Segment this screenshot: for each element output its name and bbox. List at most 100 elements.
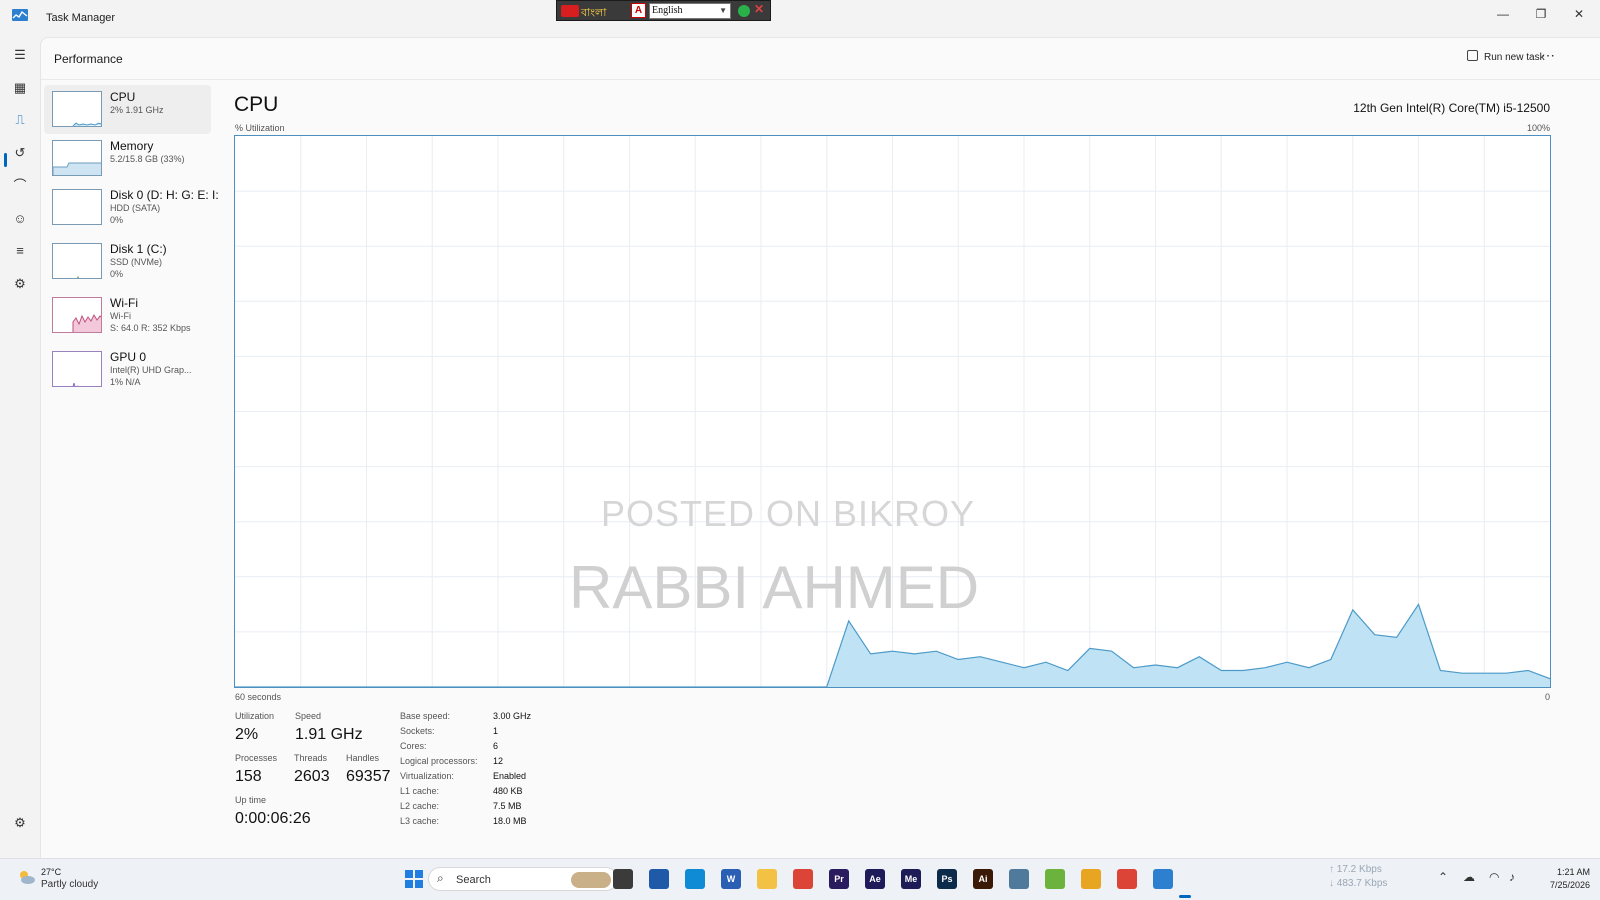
sidebar-item-label: Disk 1 (C:) — [110, 242, 167, 256]
utilization-label: Utilization — [235, 711, 275, 721]
watermark-line-1: POSTED ON BIKROY — [601, 493, 976, 534]
sidebar-item-usage: 1% N/A — [110, 377, 141, 387]
chrome-icon[interactable] — [793, 869, 813, 889]
uptime-label: Up time — [235, 795, 267, 805]
ime-close-icon[interactable]: ✕ — [754, 2, 764, 16]
processes-icon[interactable]: ▦ — [10, 78, 30, 98]
spec-key: L2 cache: — [400, 801, 440, 811]
premiere-icon[interactable]: Pr — [829, 869, 849, 889]
services-icon[interactable]: ⚙ — [10, 274, 30, 294]
weather-description[interactable]: Partly cloudy — [41, 879, 98, 890]
run-task-icon — [1467, 50, 1478, 61]
spec-value: 1 — [493, 726, 499, 736]
folder-icon[interactable] — [757, 869, 777, 889]
page-title: Performance — [54, 52, 123, 66]
illustrator-icon[interactable]: Ai — [973, 869, 993, 889]
app-history-icon[interactable]: ↺ — [10, 143, 30, 163]
word-icon[interactable]: W — [721, 869, 741, 889]
max-axis-label: 100% — [1526, 123, 1550, 133]
close-button[interactable]: ✕ — [1561, 2, 1597, 26]
sidebar-item-disk-1[interactable]: Disk 1 (C:) SSD (NVMe) 0% — [44, 237, 211, 286]
minimize-button[interactable]: — — [1485, 2, 1521, 26]
sidebar-item-detail: 5.2/15.8 GB (33%) — [110, 154, 185, 164]
sidebar-item-label: Wi-Fi — [110, 296, 138, 310]
run-new-task-label: Run new task — [1484, 52, 1545, 63]
taskbar: 27°C Partly cloudy ⌕ Search W Pr Ae Me Ps Ai … — [0, 858, 1600, 900]
run-new-task-button[interactable]: Run new task — [1467, 50, 1545, 68]
utorrent-icon[interactable] — [1045, 869, 1065, 889]
partly-cloudy-icon[interactable] — [16, 869, 36, 885]
sidebar-item-memory[interactable]: Memory 5.2/15.8 GB (33%) — [44, 134, 211, 183]
search-highlight-image — [571, 872, 611, 888]
store-icon[interactable] — [649, 869, 669, 889]
nav-rail: ☰ ▦ ⎍ ↺ ⌒ ☺ ≡ ⚙ ⚙ — [0, 36, 40, 858]
startup-apps-icon[interactable]: ⌒ — [10, 176, 30, 196]
ime-language-select[interactable]: English ▼ — [649, 3, 731, 19]
task-manager-app-icon — [12, 9, 28, 21]
sidebar-item-cpu[interactable]: CPU 2% 1.91 GHz — [44, 85, 211, 134]
more-options-icon[interactable]: ⋯ — [1541, 47, 1555, 64]
ime-logo-icon — [561, 5, 579, 17]
spec-value: 480 KB — [493, 786, 523, 796]
utilization-axis-label: % Utilization — [235, 123, 285, 133]
file-explorer-task-icon[interactable] — [613, 869, 633, 889]
time-axis-label: 60 seconds — [235, 692, 282, 702]
sidebar-item-usage: 0% — [110, 269, 124, 279]
speed-value: 1.91 GHz — [295, 726, 363, 743]
edge-icon[interactable] — [685, 869, 705, 889]
net-down-value: 483.7 Kbps — [1336, 878, 1388, 889]
sidebar-item-detail: Intel(R) UHD Grap... — [110, 365, 192, 375]
chevron-up-icon[interactable]: ⌃ — [1438, 870, 1448, 884]
spec-key: L1 cache: — [400, 786, 440, 796]
sidebar-item-detail: SSD (NVMe) — [110, 257, 163, 267]
search-placeholder: Search — [456, 874, 491, 886]
sidebar-item-disk-0[interactable]: Disk 0 (D: H: G: E: I: HDD (SATA) 0% — [44, 183, 219, 232]
ime-font-icon[interactable]: A — [631, 3, 646, 18]
zero-axis-label: 0 — [1544, 692, 1550, 702]
sidebar-item-wifi[interactable]: Wi-Fi Wi-Fi S: 64.0 R: 352 Kbps — [44, 291, 211, 340]
cpu-model-name: 12th Gen Intel(R) Core(TM) i5-12500 — [1353, 101, 1550, 115]
spec-value: Enabled — [493, 771, 527, 781]
network-download-speed: ↓ 483.7 Kbps — [1329, 878, 1388, 889]
uptime-value: 0:00:06:26 — [235, 810, 311, 827]
taskbar-search[interactable]: ⌕ Search — [428, 867, 618, 891]
drive-icon[interactable] — [1081, 869, 1101, 889]
windows-start-icon[interactable] — [404, 869, 424, 889]
processes-label: Processes — [235, 753, 278, 763]
speed-label: Speed — [295, 711, 322, 721]
onedrive-icon[interactable]: ☁ — [1463, 870, 1475, 884]
sidebar-item-gpu-0[interactable]: GPU 0 Intel(R) UHD Grap... 1% N/A — [44, 345, 211, 394]
spec-key: Base speed: — [400, 711, 451, 721]
search-icon: ⌕ — [437, 871, 444, 885]
sidebar-item-label: CPU — [110, 90, 136, 104]
hamburger-menu-icon[interactable]: ☰ — [10, 45, 30, 65]
weather-temperature[interactable]: 27°C — [41, 867, 61, 877]
settings-icon[interactable]: ⚙ — [10, 813, 30, 833]
after-effects-icon[interactable]: Ae — [865, 869, 885, 889]
sidebar-item-usage: S: 64.0 R: 352 Kbps — [110, 323, 191, 333]
wifi-icon[interactable]: ◠ — [1489, 870, 1499, 884]
performance-icon[interactable]: ⎍ — [10, 110, 30, 130]
detail-title: CPU — [234, 93, 279, 116]
clock-time[interactable]: 1:21 AM — [1538, 867, 1590, 877]
main-panel: Performance Run new task ⋯ CPU 2% 1.91 G… — [40, 37, 1600, 858]
ime-script-label[interactable]: বাংলা — [581, 4, 606, 23]
sidebar-item-detail: Wi-Fi — [110, 311, 131, 321]
task-manager-icon[interactable] — [1153, 869, 1173, 889]
sidebar-item-usage: 0% — [110, 215, 124, 225]
chrome-icon-2[interactable] — [1117, 869, 1137, 889]
watermark-line-2: RABBI AHMED — [569, 554, 980, 621]
media-encoder-icon[interactable]: Me — [901, 869, 921, 889]
sidebar-item-label: GPU 0 — [110, 350, 147, 364]
volume-icon[interactable]: ♪ — [1509, 870, 1515, 884]
handles-value: 69357 — [346, 768, 391, 785]
app-window-icon[interactable] — [1009, 869, 1029, 889]
restore-button[interactable]: ❐ — [1523, 2, 1559, 26]
sidebar-item-label: Disk 0 (D: H: G: E: I: — [110, 188, 219, 202]
net-up-value: 17.2 Kbps — [1336, 864, 1382, 875]
users-icon[interactable]: ☺ — [10, 209, 30, 229]
photoshop-icon[interactable]: Ps — [937, 869, 957, 889]
clock-date[interactable]: 7/25/2026 — [1538, 880, 1590, 890]
ime-status-icon[interactable] — [738, 5, 750, 17]
details-icon[interactable]: ≡ — [10, 241, 30, 261]
